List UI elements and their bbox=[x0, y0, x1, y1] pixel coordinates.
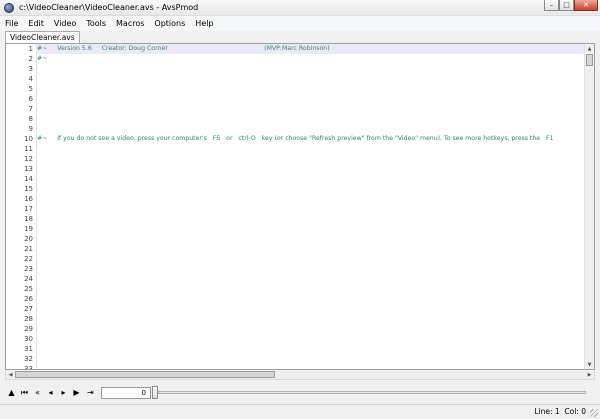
line-number: 8 bbox=[28, 115, 33, 123]
menu-edit[interactable]: Edit bbox=[23, 19, 49, 28]
code-line[interactable] bbox=[37, 104, 585, 114]
scroll-up-icon[interactable]: ▲ bbox=[585, 44, 594, 53]
maximize-button[interactable]: □ bbox=[559, 0, 574, 11]
line-number: 23 bbox=[24, 265, 33, 273]
horizontal-scrollbar[interactable]: ◀ ▶ bbox=[5, 370, 595, 380]
menu-video[interactable]: Video bbox=[49, 19, 81, 28]
playback-controls: ▲ ⏮ « ◂ ▸ ▶ ⇥ 0 bbox=[0, 382, 600, 404]
code-line[interactable] bbox=[37, 94, 585, 104]
menu-file[interactable]: File bbox=[0, 19, 23, 28]
minimize-button[interactable]: – bbox=[544, 0, 559, 11]
code-line[interactable] bbox=[37, 84, 585, 94]
current-code-line[interactable]: #~ Version 5.6 Creator: Doug Corner (MVP… bbox=[37, 44, 585, 54]
line-number: 5 bbox=[28, 85, 33, 93]
menu-bar: File Edit Video Tools Macros Options Hel… bbox=[0, 16, 600, 31]
frame-number-input[interactable]: 0 bbox=[101, 387, 151, 399]
previous-bookmark-icon[interactable]: « bbox=[33, 388, 42, 398]
code-area[interactable]: #~ Version 5.6 Creator: Doug Corner (MVP… bbox=[37, 44, 585, 369]
goto-frame-icon[interactable]: ⇥ bbox=[86, 388, 95, 398]
line-number: 19 bbox=[24, 225, 33, 233]
line-number: 13 bbox=[24, 165, 33, 173]
first-frame-icon[interactable]: ⏮ bbox=[20, 388, 29, 398]
line-number: 15 bbox=[24, 185, 33, 193]
vertical-scrollbar[interactable]: ▲ ▼ bbox=[584, 44, 594, 369]
tab-videocleaner-avs[interactable]: VideoCleaner.avs bbox=[5, 31, 80, 43]
menu-macros[interactable]: Macros bbox=[111, 19, 149, 28]
play-icon[interactable]: ▶ bbox=[72, 388, 81, 398]
menu-help[interactable]: Help bbox=[190, 19, 218, 28]
status-bar: Line: 1 Col: 0 bbox=[0, 404, 600, 419]
next-frame-icon[interactable]: ▸ bbox=[59, 388, 68, 398]
line-number: 18 bbox=[24, 215, 33, 223]
code-line[interactable] bbox=[37, 74, 585, 84]
menu-tools[interactable]: Tools bbox=[81, 19, 111, 28]
frame-slider[interactable] bbox=[158, 391, 586, 394]
code-line[interactable] bbox=[37, 124, 585, 134]
line-number: 20 bbox=[24, 235, 33, 243]
code-line[interactable]: #~ bbox=[37, 54, 585, 64]
line-number: 16 bbox=[24, 195, 33, 203]
code-line[interactable]: #~ If you do not see a video, press your… bbox=[37, 134, 585, 144]
scroll-right-icon[interactable]: ▶ bbox=[585, 370, 594, 379]
line-number: 4 bbox=[28, 75, 33, 83]
line-number: 24 bbox=[24, 275, 33, 283]
avspmod-app-icon bbox=[4, 2, 14, 13]
line-number: 10 bbox=[24, 135, 33, 143]
window-controls: – □ ✕ bbox=[544, 0, 598, 11]
line-number: 22 bbox=[24, 255, 33, 263]
title-bar: c:\VideoCleaner\VideoCleaner.avs - AvsPm… bbox=[0, 0, 600, 16]
line-number: 31 bbox=[24, 345, 33, 353]
toggle-preview-icon[interactable]: ▲ bbox=[7, 388, 16, 398]
line-number: 17 bbox=[24, 205, 33, 213]
line-number: 11 bbox=[24, 145, 33, 153]
resize-grip-icon[interactable] bbox=[590, 409, 598, 417]
line-number: 27 bbox=[24, 305, 33, 313]
line-number: 21 bbox=[24, 245, 33, 253]
frame-slider-thumb[interactable] bbox=[152, 386, 158, 399]
scroll-left-icon[interactable]: ◀ bbox=[6, 370, 15, 379]
code-line[interactable] bbox=[37, 64, 585, 74]
script-editor[interactable]: 1 2 3 4 5 6 7 8 9 10 11 12 13 14 15 16 17 18 19 20 21 22 23 24 2… bbox=[5, 43, 595, 370]
previous-frame-icon[interactable]: ◂ bbox=[46, 388, 55, 398]
status-line: Line: 1 bbox=[534, 407, 560, 416]
line-number: 12 bbox=[24, 155, 33, 163]
line-number: 26 bbox=[24, 295, 33, 303]
line-number: 1 bbox=[28, 45, 33, 53]
line-number: 9 bbox=[28, 125, 33, 133]
line-number: 2 bbox=[28, 55, 33, 63]
tab-strip: VideoCleaner.avs bbox=[0, 31, 600, 43]
window-title: c:\VideoCleaner\VideoCleaner.avs - AvsPm… bbox=[19, 3, 199, 12]
line-number: 25 bbox=[24, 285, 33, 293]
line-number: 3 bbox=[28, 65, 33, 73]
scroll-down-icon[interactable]: ▼ bbox=[585, 360, 594, 369]
cursor-position: Line: 1 Col: 0 bbox=[534, 407, 586, 416]
line-number: 29 bbox=[24, 325, 33, 333]
code-line[interactable] bbox=[37, 114, 585, 124]
line-number: 28 bbox=[24, 315, 33, 323]
vertical-scroll-thumb[interactable] bbox=[586, 54, 593, 66]
line-number-gutter: 1 2 3 4 5 6 7 8 9 10 11 12 13 14 15 16 17 18 19 20 21 22 23 24 2… bbox=[6, 44, 37, 369]
line-number: 14 bbox=[24, 175, 33, 183]
line-number: 30 bbox=[24, 335, 33, 343]
line-number: 7 bbox=[28, 105, 33, 113]
close-button[interactable]: ✕ bbox=[574, 0, 598, 11]
line-number: 6 bbox=[28, 95, 33, 103]
status-col: Col: 0 bbox=[564, 407, 586, 416]
menu-options[interactable]: Options bbox=[149, 19, 190, 28]
horizontal-scroll-thumb[interactable] bbox=[15, 371, 275, 378]
line-number: 32 bbox=[24, 355, 33, 363]
